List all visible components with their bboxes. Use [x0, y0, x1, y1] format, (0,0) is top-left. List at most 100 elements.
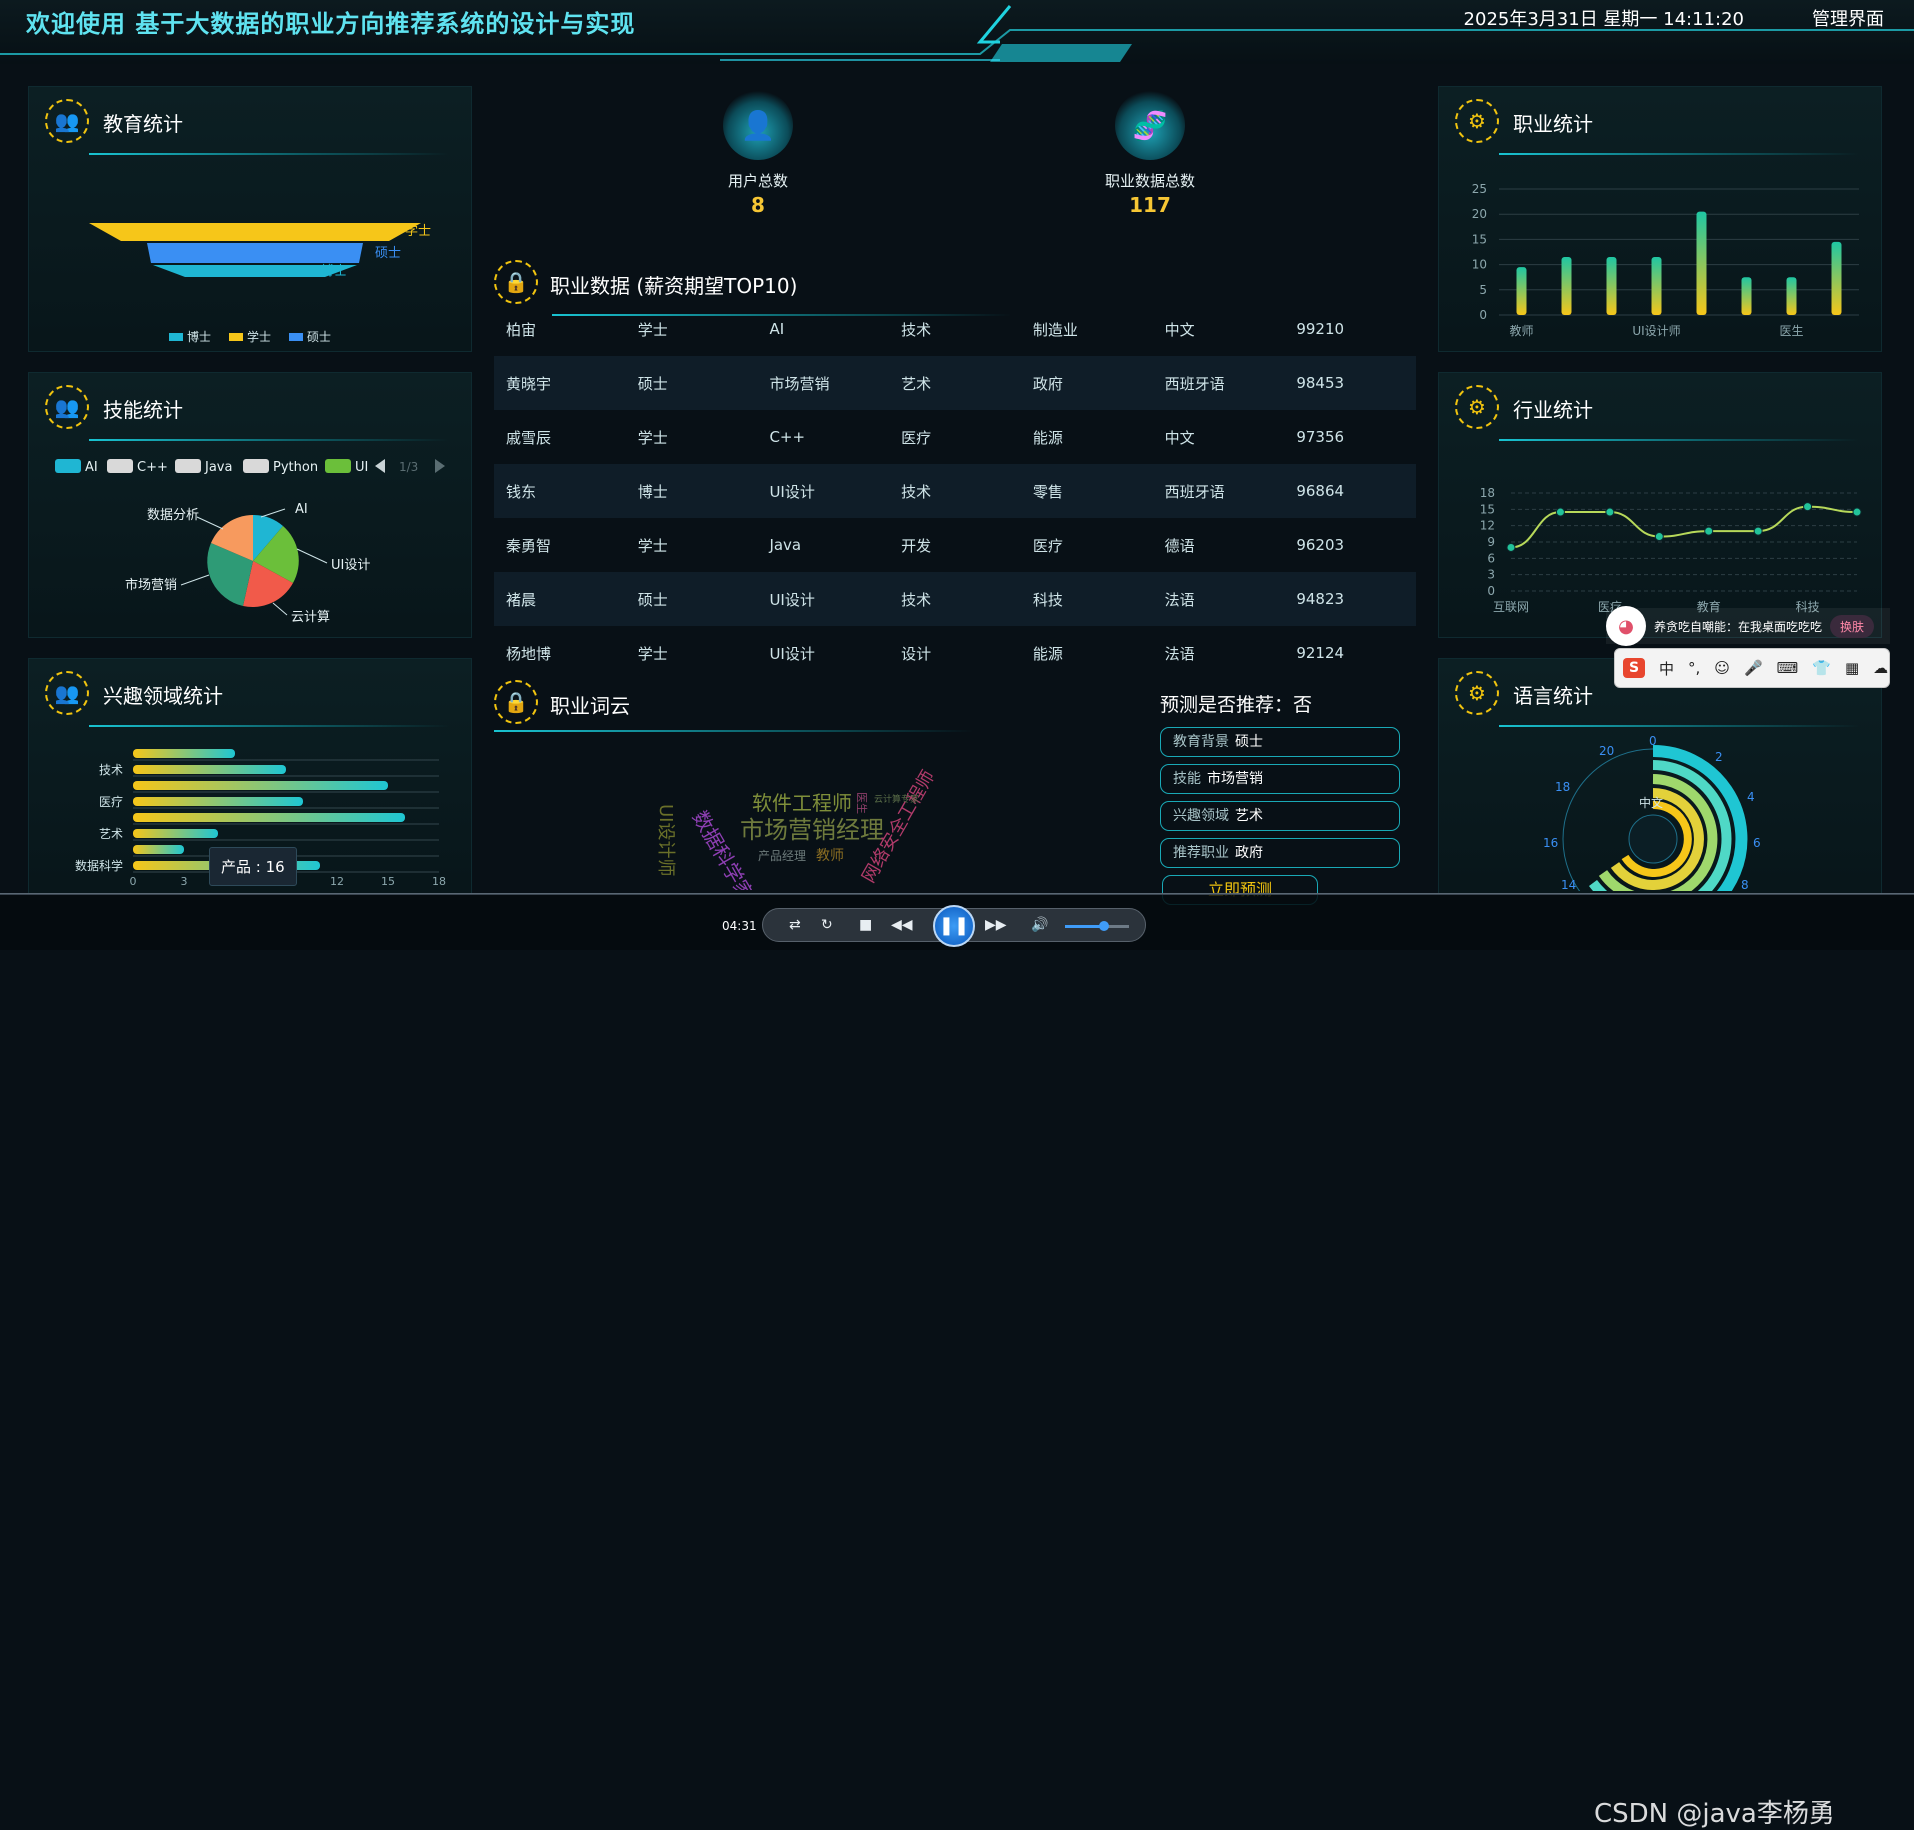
more-icon[interactable]: ☁: [1873, 659, 1888, 677]
education-field[interactable]: 教育背景 硕士: [1160, 727, 1400, 757]
wordcloud-title: 职业词云: [550, 694, 630, 718]
angle-tick-16: 16: [1543, 836, 1558, 850]
admin-link[interactable]: 管理界面: [1812, 5, 1884, 31]
keyboard-icon[interactable]: ⌨: [1777, 659, 1799, 677]
legend-label-ai: AI: [85, 460, 98, 475]
education-funnel-chart: 学士 硕士 博士 博士 学士 硕士: [89, 223, 431, 344]
y-tick-label: 10: [1472, 258, 1487, 272]
education-panel: 👥 教育统计 学士 硕士 博士 博士 学士 硕士: [28, 86, 472, 352]
table-cell: 能源: [1032, 644, 1063, 663]
table-cell: UI设计: [769, 590, 815, 609]
panel-title: 技能统计: [103, 398, 183, 422]
ime-tip-text: 养贪吃自嘲能：在我桌面吃吃吃: [1654, 619, 1823, 634]
title-underline: [89, 725, 449, 727]
funnel-label-xueshi: 学士: [405, 223, 431, 239]
table-cell: 硕士: [637, 590, 668, 609]
angle-tick-18: 18: [1555, 780, 1570, 794]
skin-button[interactable]: 换肤: [1830, 614, 1875, 638]
shuffle-icon[interactable]: ⇄: [789, 917, 801, 933]
ime-logo[interactable]: S: [1623, 658, 1645, 678]
punctuation-icon[interactable]: °,: [1688, 659, 1700, 677]
microphone-icon[interactable]: 🎤: [1744, 659, 1763, 677]
skills-pie-chart: AI C++ Java Python UI 1/3 AI UI设计 云计算 市场…: [55, 459, 445, 625]
angle-tick-0: 0: [1649, 734, 1657, 748]
prediction-title: 预测是否推荐：否: [1160, 694, 1313, 716]
table-cell: 学士: [637, 428, 668, 447]
table-row: 秦勇智 学士 Java 开发 医疗 德语 96203: [494, 518, 1416, 572]
table-cell: 设计: [901, 644, 932, 663]
funnel-segment-shuoshi: [147, 243, 363, 263]
table-cell: 艺术: [901, 374, 932, 393]
fast-forward-icon[interactable]: ▶▶: [985, 917, 1007, 933]
y-tick-label: 25: [1472, 182, 1487, 196]
gear-icon: ⚙: [1455, 99, 1499, 143]
pie-group: [207, 514, 299, 608]
users-icon: 👥: [45, 385, 89, 429]
table-cell: 学士: [637, 536, 668, 555]
y-tick-label: 18: [1480, 486, 1495, 500]
pie-leader-data-analysis: [196, 516, 224, 530]
career-bar: [1696, 211, 1707, 315]
interest-field[interactable]: 兴趣领域 艺术: [1160, 801, 1400, 831]
shirt-icon[interactable]: 👕: [1812, 659, 1831, 677]
lock-icon: 🔒: [494, 260, 538, 304]
table-cell: 技术: [901, 590, 932, 609]
pie-leader-marketing: [180, 574, 210, 586]
legend-swatch-shuoshi: [289, 333, 303, 341]
emoji-icon[interactable]: ☺: [1714, 659, 1730, 677]
angle-tick-14: 14: [1561, 878, 1576, 891]
rewind-icon[interactable]: ◀◀: [891, 917, 913, 933]
career-table: 柏宙 学士 AI 技术 制造业 中文 99210 黄晓宇 硕士 市场营销 艺术 政府 西班牙语 98453…: [494, 302, 1416, 680]
funnel-label-shuoshi: 硕士: [375, 246, 401, 261]
industry-point: [1506, 542, 1516, 552]
category-label: 技术: [99, 763, 123, 777]
x-tick-label: 0: [130, 875, 137, 888]
legend-swatch-xueshi: [229, 333, 243, 341]
y-tick-label: 5: [1479, 283, 1487, 297]
funnel-segment-xueshi: [89, 223, 421, 241]
field-key: 技能: [1173, 771, 1201, 787]
media-player-bar: 04:31 ⇄ ↻ ■ ◀◀ ❚❚ ▶▶ 🔊 CSDN @java李杨勇: [0, 894, 1914, 1829]
table-cell: 西班牙语: [1164, 374, 1225, 393]
repeat-icon[interactable]: ↻: [821, 917, 833, 933]
table-cell: 医疗: [1032, 536, 1063, 555]
volume-icon[interactable]: 🔊: [1031, 917, 1048, 933]
table-cell: 科技: [1032, 590, 1063, 609]
x-tick-label: 教师: [1509, 323, 1533, 338]
volume-slider[interactable]: [1065, 921, 1129, 931]
skill-field[interactable]: 技能 市场营销: [1160, 764, 1400, 794]
pause-button[interactable]: ❚❚: [933, 905, 975, 947]
table-cell: 98453: [1296, 374, 1345, 392]
career-bar: [1516, 267, 1527, 315]
user-add-icon: 👤: [723, 90, 793, 160]
angle-tick-8: 8: [1741, 878, 1749, 891]
table-cell: 西班牙语: [1164, 482, 1225, 501]
title-underline: [1499, 725, 1859, 727]
table-cell: 柏宙: [506, 320, 537, 339]
interest-bar: [133, 781, 388, 790]
career-bar: [1651, 257, 1662, 315]
ime-lang-toggle[interactable]: 中: [1659, 658, 1674, 679]
grid-icon[interactable]: ▦: [1845, 659, 1859, 677]
panel-title: 职业统计: [1513, 112, 1593, 136]
title-underline: [1499, 153, 1859, 155]
table-cell: 杨地博: [506, 644, 552, 663]
x-tick-label: 18: [432, 875, 446, 888]
gear-icon: ⚙: [1455, 385, 1499, 429]
x-tick-label: 3: [181, 875, 188, 888]
legend-label-java: Java: [204, 460, 232, 475]
stop-icon[interactable]: ■: [859, 917, 872, 933]
table-cell: 中文: [1164, 428, 1195, 447]
pie-label-marketing: 市场营销: [125, 577, 177, 593]
career-bar: [1741, 277, 1752, 315]
career-bar: [1786, 277, 1797, 315]
legend-swatch-java: [175, 459, 201, 473]
career-bar: [1831, 241, 1842, 315]
table-row: 柏宙 学士 AI 技术 制造业 中文 99210: [494, 302, 1416, 356]
word-product-manager: 产品经理: [758, 849, 806, 863]
field-key: 推荐职业: [1173, 845, 1229, 861]
legend-prev-arrow: [375, 459, 385, 473]
legend-swatch-ai: [55, 459, 81, 473]
legend-swatch-python: [243, 459, 269, 473]
recommend-career-field[interactable]: 推荐职业 政府: [1160, 838, 1400, 868]
